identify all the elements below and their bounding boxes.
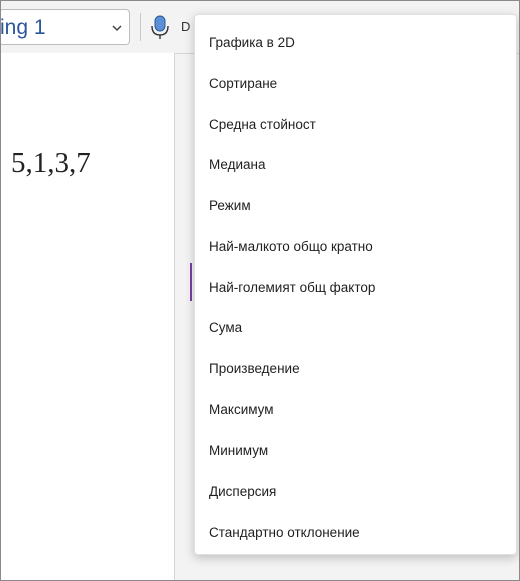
menu-item-product[interactable]: Произведение bbox=[209, 356, 300, 382]
menu-item-minimum[interactable]: Минимум bbox=[209, 438, 268, 464]
microphone-icon bbox=[148, 15, 172, 45]
style-dropdown[interactable]: ing 1 bbox=[0, 9, 130, 45]
app-window: ing 1 D 5,1,3,7 Графика в 2D Сортиране С… bbox=[0, 0, 520, 581]
menu-item-gcf[interactable]: Най-големият общ фактор bbox=[209, 275, 375, 301]
menu-item-graph-2d[interactable]: Графика в 2D bbox=[209, 30, 295, 56]
menu-item-variance[interactable]: Дисперсия bbox=[209, 479, 276, 505]
document-text[interactable]: 5,1,3,7 bbox=[11, 147, 91, 180]
menu-item-mean[interactable]: Средна стойност bbox=[209, 112, 316, 138]
toolbar-divider bbox=[140, 13, 141, 41]
menu-item-median[interactable]: Медиана bbox=[209, 152, 266, 178]
chevron-down-icon[interactable] bbox=[111, 21, 123, 33]
dictate-button[interactable] bbox=[148, 13, 172, 41]
menu-item-mode[interactable]: Режим bbox=[209, 193, 251, 219]
document-page[interactable]: 5,1,3,7 bbox=[1, 53, 175, 580]
menu-item-maximum[interactable]: Максимум bbox=[209, 397, 274, 423]
menu-item-lcm[interactable]: Най-малкото общо кратно bbox=[209, 234, 373, 260]
selection-marker bbox=[190, 263, 192, 301]
menu-item-sort[interactable]: Сортиране bbox=[209, 71, 277, 97]
menu-item-sum[interactable]: Сума bbox=[209, 315, 242, 341]
dictate-label: D bbox=[181, 19, 191, 34]
style-dropdown-value: ing 1 bbox=[0, 16, 46, 39]
math-actions-menu: Графика в 2D Сортиране Средна стойност М… bbox=[194, 14, 517, 555]
menu-item-std-deviation[interactable]: Стандартно отклонение bbox=[209, 520, 360, 546]
